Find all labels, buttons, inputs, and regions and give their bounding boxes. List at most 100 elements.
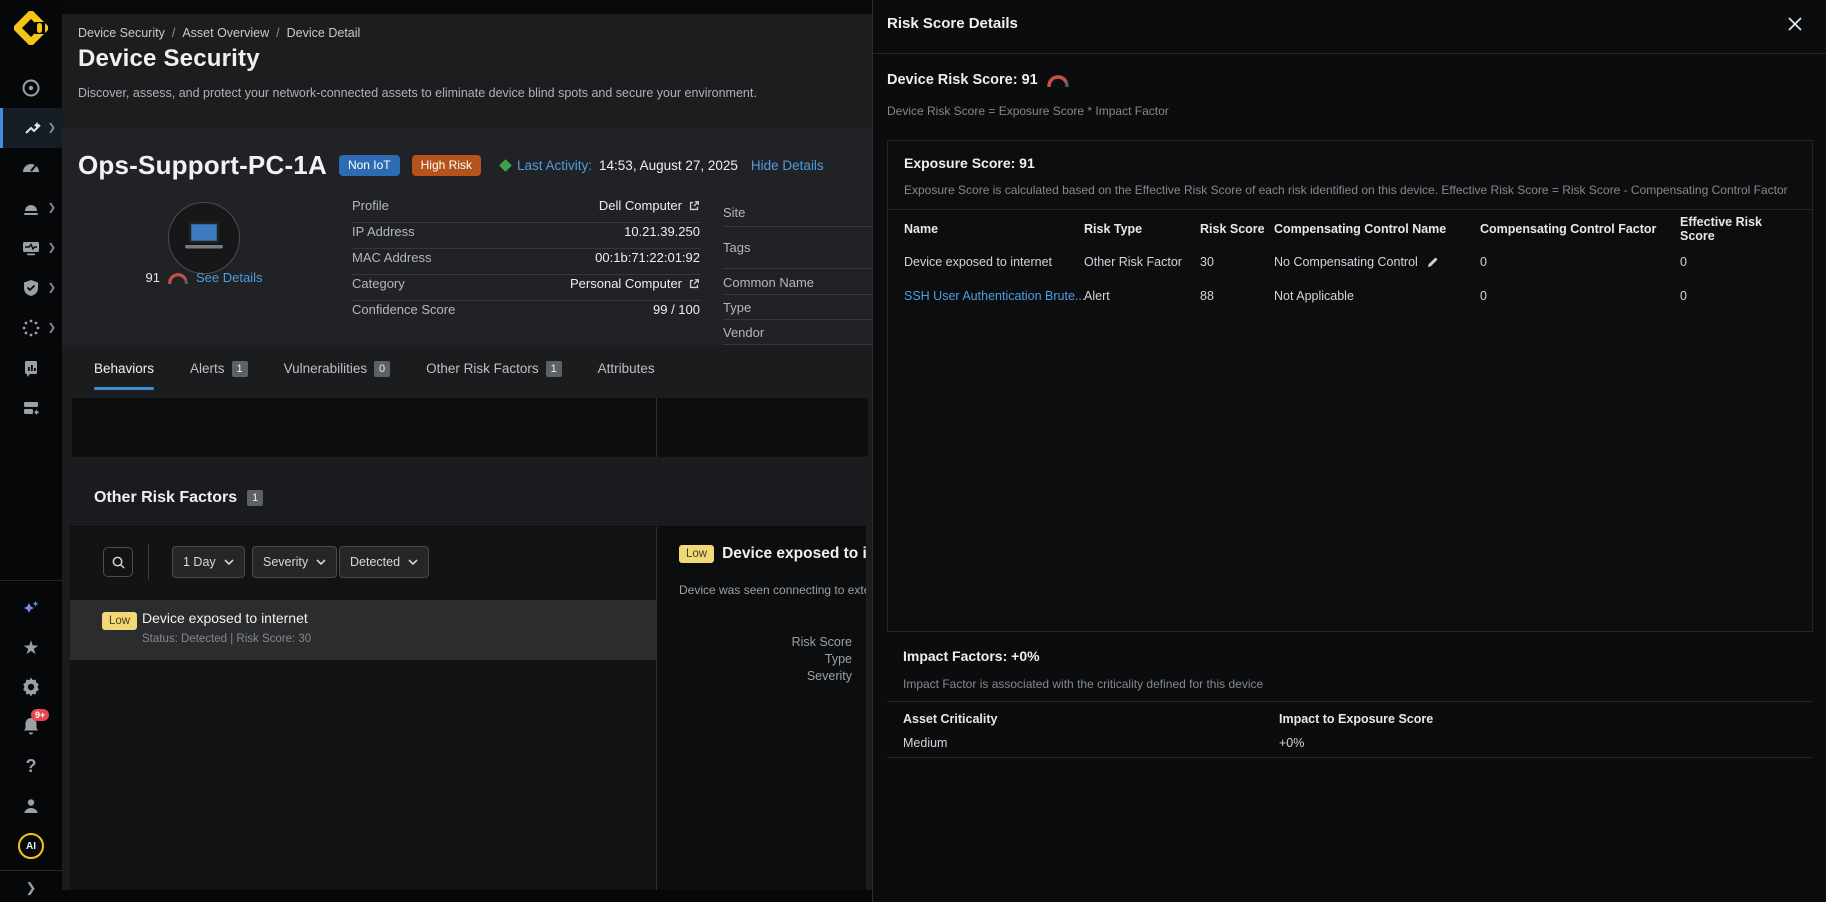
info-row-ip: IP Address 10.21.39.250 <box>352 224 700 239</box>
risk-gauge-icon <box>167 271 189 284</box>
sidebar-item-ai-assistant[interactable] <box>0 588 62 628</box>
tab-attributes[interactable]: Attributes <box>598 345 655 392</box>
status-dropdown[interactable]: Detected <box>339 546 429 578</box>
page-header: Device Security / Asset Overview / Devic… <box>62 14 872 128</box>
sidebar-item-apps[interactable] <box>0 388 62 428</box>
sidebar-item-favorites[interactable]: ★ <box>0 628 62 668</box>
bell-icon: 9+ <box>21 716 41 736</box>
sidebar-item-notifications[interactable]: 9+ <box>0 706 62 746</box>
filter-divider <box>148 544 149 580</box>
breadcrumb-device-detail[interactable]: Device Detail <box>287 26 361 40</box>
panel-header-divider <box>873 53 1826 54</box>
radar-icon <box>21 78 41 98</box>
sidebar-item-device-security[interactable]: ❯ <box>0 108 62 148</box>
col-control-factor: Compensating Control Factor <box>1480 222 1680 236</box>
severity-badge: Low <box>679 545 714 563</box>
sidebar-item-settings[interactable] <box>0 666 62 706</box>
search-button[interactable] <box>103 547 133 577</box>
sidebar-divider <box>0 580 62 581</box>
cell-risk-score: 88 <box>1200 289 1274 303</box>
top-strip <box>62 0 872 14</box>
detail-field-label: Severity <box>807 669 852 683</box>
sidebar-item-ai-badge[interactable]: AI <box>0 826 62 866</box>
confidence-score-value[interactable]: 99 / 100 <box>653 302 700 317</box>
gauge-icon <box>21 158 41 178</box>
alarm-icon <box>21 198 41 218</box>
help-icon: ? <box>26 756 37 777</box>
device-type-badge: Non IoT <box>339 155 400 176</box>
breadcrumb-separator: / <box>172 26 175 40</box>
info-label: MAC Address <box>352 250 431 265</box>
chevron-right-icon: ❯ <box>48 283 56 294</box>
breadcrumb-device-security[interactable]: Device Security <box>78 26 165 40</box>
report-chart-icon <box>21 358 41 378</box>
panel-title: Risk Score Details <box>887 15 1018 32</box>
external-link-icon[interactable] <box>688 278 700 290</box>
device-risk-score-row: 91 See Details <box>124 270 284 285</box>
time-range-dropdown[interactable]: 1 Day <box>172 546 245 578</box>
info-label: Confidence Score <box>352 302 455 317</box>
tab-vulnerabilities[interactable]: Vulnerabilities0 <box>284 345 391 392</box>
detail-description: Device was seen connecting to exter <box>679 583 866 597</box>
tab-other-risk-factors[interactable]: Other Risk Factors1 <box>426 345 562 392</box>
cell-control-name: No Compensating Control <box>1274 255 1418 269</box>
sidebar-item-devices[interactable]: ❯ <box>0 228 62 268</box>
sidebar-divider <box>0 870 62 871</box>
severity-dropdown[interactable]: Severity <box>252 546 337 578</box>
see-details-link[interactable]: See Details <box>196 270 262 285</box>
cell-name-link[interactable]: SSH User Authentication Brute... <box>904 289 1084 303</box>
sidebar-item-help[interactable]: ? <box>0 746 62 786</box>
cell-name: Device exposed to internet <box>904 255 1084 269</box>
device-avatar <box>168 202 240 274</box>
hide-details-link[interactable]: Hide Details <box>751 158 824 173</box>
info-row-confidence: Confidence Score 99 / 100 <box>352 302 700 317</box>
info-label-tags: Tags <box>723 240 750 255</box>
close-button[interactable] <box>1786 15 1804 33</box>
info-row-mac: MAC Address 00:1b:71:22:01:92 <box>352 250 700 265</box>
notification-count-badge: 9+ <box>31 709 49 721</box>
risk-factor-meta: Status: Detected | Risk Score: 30 <box>142 633 311 645</box>
section-count-badge: 1 <box>247 490 263 506</box>
risk-score-details-panel: Risk Score Details Device Risk Score: 91… <box>872 0 1826 902</box>
exposure-table-row: SSH User Authentication Brute... Alert 8… <box>888 281 1812 311</box>
section-title: Other Risk Factors <box>94 489 237 507</box>
sidebar-expand-button[interactable]: ❯ <box>0 876 62 900</box>
tab-alerts[interactable]: Alerts1 <box>190 345 248 392</box>
device-risk-score: Device Risk Score: 91 <box>887 72 1070 88</box>
cell-risk-type: Alert <box>1084 289 1200 303</box>
activity-status-icon <box>499 159 512 172</box>
chevron-right-icon: ❯ <box>48 323 56 334</box>
info-value[interactable]: Dell Computer <box>599 198 682 213</box>
risk-factor-list-item[interactable]: Low Device exposed to internet Status: D… <box>70 600 656 660</box>
col-control-name: Compensating Control Name <box>1274 222 1480 236</box>
armis-logo-icon[interactable] <box>13 10 49 46</box>
last-activity-label: Last Activity: <box>517 158 592 173</box>
breadcrumb-asset-overview[interactable]: Asset Overview <box>182 26 269 40</box>
sidebar-item-user[interactable] <box>0 786 62 826</box>
sidebar-item-alerts[interactable]: ❯ <box>0 188 62 228</box>
cell-risk-type: Other Risk Factor <box>1084 255 1200 269</box>
sidebar-item-integrations[interactable]: ❯ <box>0 308 62 348</box>
exposure-score-section: Exposure Score: 91 Exposure Score is cal… <box>887 140 1813 632</box>
bottom-strip <box>62 890 872 902</box>
last-activity: Last Activity: 14:53, August 27, 2025 Hi… <box>501 158 824 173</box>
impact-table-header: Asset Criticality Impact to Exposure Sco… <box>887 706 1813 732</box>
table-divider <box>888 209 1812 210</box>
sidebar-item-reports[interactable] <box>0 348 62 388</box>
impact-factors-title: Impact Factors: +0% <box>903 648 1040 664</box>
external-link-icon[interactable] <box>688 200 700 212</box>
info-label-type: Type <box>723 300 751 315</box>
page-title: Device Security <box>78 45 260 73</box>
chevron-right-icon: ❯ <box>48 123 56 134</box>
tab-behaviors[interactable]: Behaviors <box>94 345 154 392</box>
device-name: Ops-Support-PC-1A <box>78 150 327 181</box>
exposure-table-header: Name Risk Type Risk Score Compensating C… <box>888 215 1812 243</box>
info-value: 10.21.39.250 <box>624 224 700 239</box>
risk-factor-detail-pane: Low Device exposed to inter Device was s… <box>657 527 866 890</box>
info-label-common-name: Common Name <box>723 275 814 290</box>
info-value[interactable]: Personal Computer <box>570 276 682 291</box>
sidebar-item-overview[interactable] <box>0 68 62 108</box>
edit-pencil-icon[interactable] <box>1426 256 1439 269</box>
sidebar-item-dashboard[interactable] <box>0 148 62 188</box>
sidebar-item-policies[interactable]: ❯ <box>0 268 62 308</box>
